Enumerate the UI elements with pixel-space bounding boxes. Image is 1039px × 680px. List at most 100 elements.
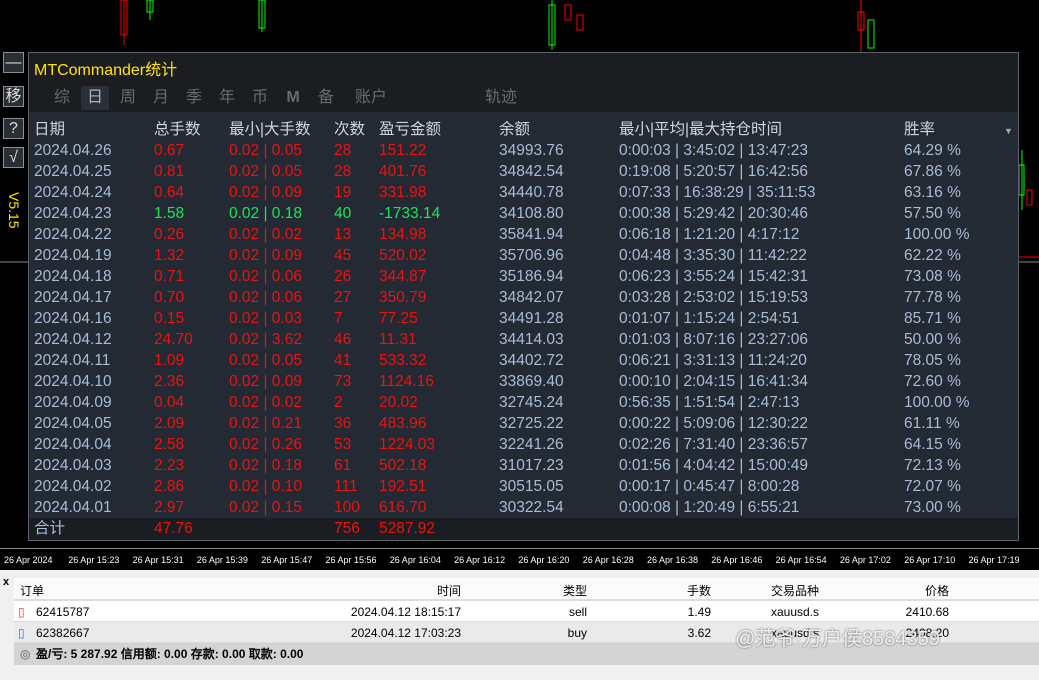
cell-pnl: 350.79	[379, 289, 427, 306]
cell-lots: 3.62	[687, 626, 711, 640]
tab-m[interactable]: M	[279, 86, 307, 110]
cell-win: 72.07 %	[904, 478, 961, 495]
cell-date: 2024.04.01	[34, 499, 112, 516]
col-date[interactable]: 日期	[34, 119, 65, 140]
cell-minmax: 0.02 | 0.18	[229, 205, 302, 222]
table-row: 2024.04.09 0.04 0.02 | 0.02 2 20.02 32745.24 0…	[29, 392, 1018, 413]
cell-minmax: 0.02 | 0.09	[229, 184, 302, 201]
close-icon[interactable]: x	[3, 576, 9, 588]
col-balance[interactable]: 余额	[499, 119, 530, 140]
total-lots: 47.76	[154, 520, 193, 537]
cell-win: 64.15 %	[904, 436, 961, 453]
cell-date: 2024.04.23	[34, 205, 112, 222]
cell-lots: 0.81	[154, 163, 185, 180]
cell-balance: 32745.24	[499, 394, 564, 411]
col-time[interactable]: 时间	[437, 582, 461, 599]
cell-win: 77.78 %	[904, 289, 961, 306]
cell-lots: 0.70	[154, 289, 185, 306]
col-price[interactable]: 价格	[925, 582, 949, 599]
cell-win: 78.05 %	[904, 352, 961, 369]
tab-year[interactable]: 年	[213, 86, 241, 110]
cell-minmax: 0.02 | 0.09	[229, 373, 302, 390]
cell-minmax: 0.02 | 0.02	[229, 394, 302, 411]
tab-month[interactable]: 月	[147, 86, 175, 110]
time-tick-label: 26 Apr 15:23	[68, 555, 120, 565]
table-row: 2024.04.12 24.70 0.02 | 3.62 46 11.31 34414.0…	[29, 329, 1018, 350]
cell-balance: 34993.76	[499, 142, 564, 159]
order-row[interactable]: ▯ 62415787 2024.04.12 18:15:17 sell 1.49 xauu…	[14, 601, 1039, 622]
cell-pnl: 1124.16	[379, 373, 434, 390]
col-winrate[interactable]: 胜率	[904, 119, 935, 140]
cell-date: 2024.04.26	[34, 142, 112, 159]
tab-week[interactable]: 周	[114, 86, 142, 110]
help-button[interactable]: ?	[3, 118, 24, 139]
cell-hold: 0:01:03 | 8:07:16 | 23:27:06	[619, 331, 809, 348]
version-label: V5.15	[6, 192, 22, 229]
sort-dropdown-icon[interactable]: ▼	[1004, 121, 1013, 142]
cell-time: 2024.04.12 17:03:23	[350, 626, 461, 640]
col-lots[interactable]: 总手数	[154, 119, 201, 140]
cell-balance: 30322.54	[499, 499, 564, 516]
tab-notes[interactable]: 备	[312, 86, 340, 110]
cell-hold: 0:00:38 | 5:29:42 | 20:30:46	[619, 205, 809, 222]
tab-track[interactable]: 轨迹	[481, 86, 521, 110]
minimize-button[interactable]: —	[3, 52, 24, 73]
tab-day[interactable]: 日	[81, 86, 109, 110]
cell-win: 73.00 %	[904, 499, 961, 516]
cell-pnl: 483.96	[379, 415, 427, 432]
cell-count: 41	[334, 352, 352, 369]
cell-pnl: 331.98	[379, 184, 427, 201]
col-symbol[interactable]: 交易品种	[771, 582, 819, 599]
cell-symbol: xauusd.s	[770, 605, 819, 619]
cell-minmax: 0.02 | 0.09	[229, 247, 302, 264]
move-button[interactable]: 移	[3, 86, 24, 107]
confirm-button[interactable]: √	[3, 147, 24, 168]
col-lots[interactable]: 手数	[687, 582, 711, 599]
cell-balance: 34108.80	[499, 205, 564, 222]
cell-date: 2024.04.16	[34, 310, 112, 327]
cell-date: 2024.04.22	[34, 226, 112, 243]
cell-lots: 2.58	[154, 436, 185, 453]
col-hold[interactable]: 最小|平均|最大持仓时间	[619, 119, 782, 140]
cell-win: 57.50 %	[904, 205, 961, 222]
time-tick-label: 26 Apr 16:12	[454, 555, 506, 565]
tab-summary[interactable]: 综	[48, 86, 76, 110]
cell-pnl: 533.32	[379, 352, 427, 369]
col-order[interactable]: 订单	[20, 582, 44, 599]
col-pnl[interactable]: 盈亏金额	[379, 119, 441, 140]
cell-hold: 0:06:23 | 3:55:24 | 15:42:31	[619, 268, 809, 285]
cell-count: 45	[334, 247, 352, 264]
cell-price: 2410.68	[905, 605, 949, 619]
time-tick-label: 26 Apr 16:28	[582, 555, 634, 565]
cell-count: 53	[334, 436, 352, 453]
cell-hold: 0:00:22 | 5:09:06 | 12:30:22	[619, 415, 809, 432]
table-row: 2024.04.25 0.81 0.02 | 0.05 28 401.76 34842.5…	[29, 161, 1018, 182]
tab-bar: 综 日 周 月 季 年 币 M 备 账户 轨迹	[29, 78, 1018, 112]
table-row: 2024.04.26 0.67 0.02 | 0.05 28 151.22 34993.7…	[29, 140, 1018, 161]
cell-win: 50.00 %	[904, 331, 961, 348]
table-row: 2024.04.10 2.36 0.02 | 0.09 73 1124.16 33869.…	[29, 371, 1018, 392]
tab-quarter[interactable]: 季	[180, 86, 208, 110]
cell-lots: 2.23	[154, 457, 185, 474]
cell-pnl: 151.22	[379, 142, 427, 159]
cell-order: 62415787	[36, 605, 90, 619]
cell-pnl: 11.31	[379, 331, 417, 348]
cell-minmax: 0.02 | 3.62	[229, 331, 302, 348]
table-row: 2024.04.11 1.09 0.02 | 0.05 41 533.32 34402.7…	[29, 350, 1018, 371]
cell-hold: 0:04:48 | 3:35:30 | 11:42:22	[619, 247, 807, 264]
col-count[interactable]: 次数	[334, 119, 365, 140]
cell-pnl: 344.87	[379, 268, 427, 285]
cell-balance: 34440.78	[499, 184, 564, 201]
time-tick-label: 26 Apr 15:56	[325, 555, 377, 565]
tab-currency[interactable]: 币	[246, 86, 274, 110]
cell-lots: 2.97	[154, 499, 185, 516]
tab-account[interactable]: 账户	[351, 86, 391, 110]
cell-pnl: 20.02	[379, 394, 418, 411]
cell-count: 2	[334, 394, 343, 411]
cell-count: 36	[334, 415, 352, 432]
col-type[interactable]: 类型	[563, 582, 587, 599]
cell-balance: 34842.07	[499, 289, 564, 306]
cell-count: 73	[334, 373, 352, 390]
time-tick-label: 26 Apr 17:02	[839, 555, 891, 565]
col-minmax[interactable]: 最小|大手数	[229, 119, 311, 140]
